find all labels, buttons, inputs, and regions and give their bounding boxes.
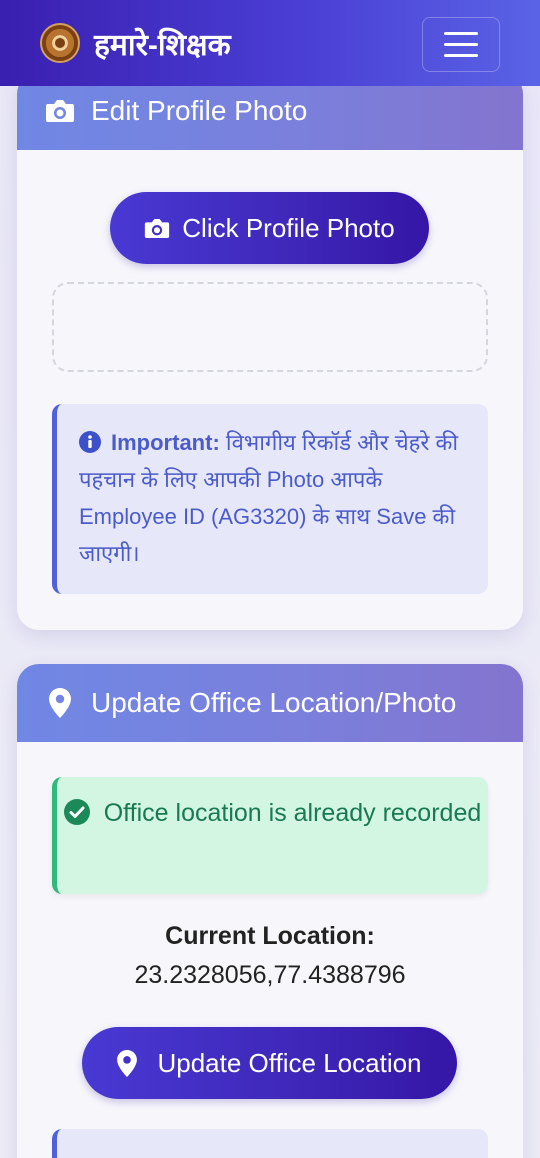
- click-profile-photo-button[interactable]: Click Profile Photo: [110, 192, 429, 264]
- emblem-logo[interactable]: [40, 23, 80, 63]
- location-success-text: Office location is already recorded: [103, 799, 482, 827]
- hamburger-menu-icon: [444, 32, 478, 35]
- current-location-label: Current Location:: [165, 922, 375, 950]
- camera-icon: [145, 218, 170, 238]
- map-marker-icon: [117, 1049, 138, 1077]
- hamburger-menu-button[interactable]: [422, 17, 500, 72]
- profile-photo-card: Edit Profile Photo Click Profile Photo I…: [17, 72, 523, 630]
- map-marker-icon: [49, 688, 71, 718]
- info-circle-icon: [79, 431, 101, 453]
- location-card-header: Update Office Location/Photo: [17, 664, 523, 742]
- office-location-card: Update Office Location/Photo Office loca…: [17, 664, 523, 1158]
- brand-title[interactable]: हमारे-शिक्षक: [94, 23, 231, 64]
- navbar: हमारे-शिक्षक: [0, 0, 540, 86]
- check-circle-icon: [63, 799, 90, 825]
- camera-icon: [46, 100, 74, 122]
- location-success-alert: Office location is already recorded: [52, 777, 488, 894]
- photo-preview-area: [52, 282, 488, 372]
- click-profile-photo-label: Click Profile Photo: [182, 212, 395, 243]
- update-office-location-button[interactable]: Update Office Location: [82, 1027, 457, 1099]
- profile-card-title: Edit Profile Photo: [91, 95, 308, 126]
- current-location-value: 23.2328056,77.4388796: [134, 961, 406, 989]
- important-label: Important:: [111, 430, 220, 455]
- update-office-location-label: Update Office Location: [157, 1047, 422, 1078]
- location-info-box: [52, 1129, 488, 1158]
- location-card-title: Update Office Location/Photo: [91, 687, 457, 718]
- important-info-box: Important: विभागीय रिकॉर्ड और चेहरे की प…: [52, 404, 488, 594]
